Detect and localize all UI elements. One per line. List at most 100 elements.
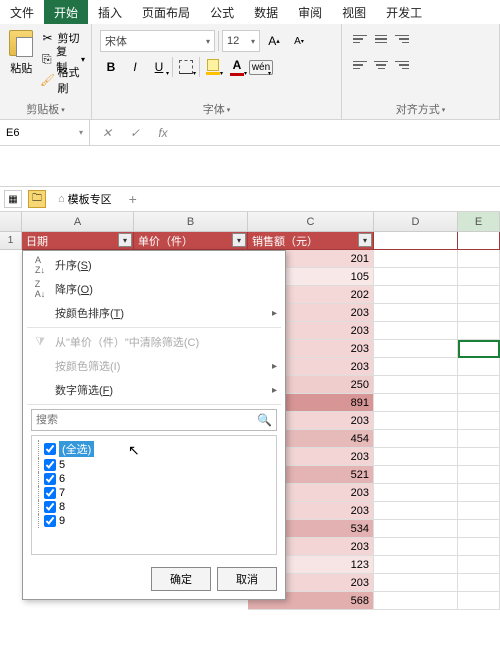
paste-button[interactable]: 粘贴 <box>4 26 39 90</box>
header-sales[interactable]: 销售额（元）▾ <box>248 232 374 250</box>
table-cell[interactable] <box>374 358 458 376</box>
table-cell[interactable] <box>374 502 458 520</box>
table-cell[interactable] <box>458 412 500 430</box>
border-button[interactable] <box>175 56 197 78</box>
table-cell[interactable] <box>458 322 500 340</box>
bold-button[interactable]: B <box>100 56 122 78</box>
fx-button[interactable]: fx <box>154 126 172 140</box>
table-cell[interactable] <box>458 286 500 304</box>
table-cell[interactable] <box>374 376 458 394</box>
table-cell[interactable] <box>374 340 458 358</box>
table-cell[interactable] <box>374 394 458 412</box>
font-color-button[interactable]: A <box>226 56 248 78</box>
template-tab[interactable]: ⌂模板专区 <box>52 189 118 209</box>
italic-button[interactable]: I <box>124 56 146 78</box>
format-painter-button[interactable]: 🖌格式刷 <box>39 70 87 90</box>
filter-button-price[interactable]: ▾ <box>232 233 246 247</box>
table-cell[interactable] <box>374 538 458 556</box>
sheet-list-icon[interactable]: ▦ <box>4 190 22 208</box>
table-cell[interactable] <box>458 268 500 286</box>
font-name-select[interactable]: 宋体 <box>100 30 215 52</box>
select-all-checkbox[interactable]: (全选)↖ <box>36 440 272 458</box>
align-top-button[interactable] <box>350 29 370 49</box>
select-all-cell[interactable] <box>0 212 22 231</box>
tab-formula[interactable]: 公式 <box>200 0 244 24</box>
col-header-d[interactable]: D <box>374 212 458 231</box>
align-left-button[interactable] <box>350 55 370 75</box>
filter-value-7[interactable]: 7 <box>36 486 272 500</box>
table-cell[interactable] <box>374 322 458 340</box>
table-cell[interactable] <box>374 484 458 502</box>
filter-button-sales[interactable]: ▾ <box>358 233 372 247</box>
decrease-font-button[interactable]: A▾ <box>288 30 310 52</box>
table-cell[interactable] <box>374 466 458 484</box>
table-cell[interactable] <box>374 412 458 430</box>
cancel-button[interactable]: 取消 <box>217 567 277 591</box>
tab-view[interactable]: 视图 <box>332 0 376 24</box>
header-price[interactable]: 单价（件）▾ <box>134 232 248 250</box>
table-cell[interactable] <box>458 358 500 376</box>
table-cell[interactable] <box>374 574 458 592</box>
row-header-1[interactable]: 1 <box>0 232 22 250</box>
align-center-button[interactable] <box>371 55 391 75</box>
cell-d1[interactable] <box>374 232 458 250</box>
align-middle-button[interactable] <box>371 29 391 49</box>
filter-value-5[interactable]: 5 <box>36 458 272 472</box>
filter-button-date[interactable]: ▾ <box>118 233 132 247</box>
color-sort-item[interactable]: 按颜色排序(T)▸ <box>23 301 285 325</box>
align-right-button[interactable] <box>392 55 412 75</box>
filter-value-6[interactable]: 6 <box>36 472 272 486</box>
filter-search-box[interactable]: 🔍 <box>31 409 277 431</box>
col-header-e[interactable]: E <box>458 212 500 231</box>
tab-pagelayout[interactable]: 页面布局 <box>132 0 200 24</box>
filter-search-input[interactable] <box>36 414 257 426</box>
number-filter-item[interactable]: 数字筛选(F)▸ <box>23 378 285 402</box>
table-cell[interactable] <box>458 430 500 448</box>
table-cell[interactable] <box>458 556 500 574</box>
tab-home[interactable]: 开始 <box>44 0 88 24</box>
table-cell[interactable] <box>458 502 500 520</box>
tab-developer[interactable]: 开发工 <box>376 0 432 24</box>
header-date[interactable]: 日期▾ <box>22 232 134 250</box>
increase-font-button[interactable]: A▴ <box>263 30 285 52</box>
phonetic-button[interactable]: wén <box>250 56 272 78</box>
col-header-c[interactable]: C <box>248 212 374 231</box>
ok-button[interactable]: 确定 <box>151 567 211 591</box>
filter-value-8[interactable]: 8 <box>36 500 272 514</box>
font-size-select[interactable]: 12 <box>222 30 260 52</box>
table-cell[interactable] <box>458 304 500 322</box>
fill-color-button[interactable] <box>202 56 224 78</box>
add-sheet-button[interactable]: + <box>124 190 142 208</box>
table-cell[interactable] <box>374 268 458 286</box>
table-cell[interactable] <box>374 250 458 268</box>
table-cell[interactable] <box>374 304 458 322</box>
tab-file[interactable]: 文件 <box>0 0 44 24</box>
align-bottom-button[interactable] <box>392 29 412 49</box>
folder-icon[interactable]: 🗀 <box>28 190 46 208</box>
table-cell[interactable] <box>458 520 500 538</box>
cancel-formula-button[interactable]: ✕ <box>98 126 116 140</box>
table-cell[interactable] <box>458 466 500 484</box>
table-cell[interactable] <box>458 574 500 592</box>
col-header-a[interactable]: A <box>22 212 134 231</box>
col-header-b[interactable]: B <box>134 212 248 231</box>
tab-insert[interactable]: 插入 <box>88 0 132 24</box>
table-cell[interactable] <box>458 592 500 610</box>
table-cell[interactable] <box>458 538 500 556</box>
tab-data[interactable]: 数据 <box>244 0 288 24</box>
tab-review[interactable]: 审阅 <box>288 0 332 24</box>
accept-formula-button[interactable]: ✓ <box>126 126 144 140</box>
namebox[interactable]: E6 <box>0 120 90 145</box>
table-cell[interactable] <box>458 250 500 268</box>
table-cell[interactable] <box>374 286 458 304</box>
table-cell[interactable] <box>458 448 500 466</box>
table-cell[interactable] <box>374 448 458 466</box>
sort-asc-item[interactable]: AZ↓升序(S) <box>23 253 285 277</box>
table-cell[interactable] <box>374 430 458 448</box>
sort-desc-item[interactable]: ZA↓降序(O) <box>23 277 285 301</box>
table-cell[interactable] <box>458 376 500 394</box>
table-cell[interactable] <box>458 394 500 412</box>
underline-button[interactable]: U <box>148 56 170 78</box>
filter-value-9[interactable]: 9 <box>36 514 272 528</box>
table-cell[interactable] <box>374 592 458 610</box>
